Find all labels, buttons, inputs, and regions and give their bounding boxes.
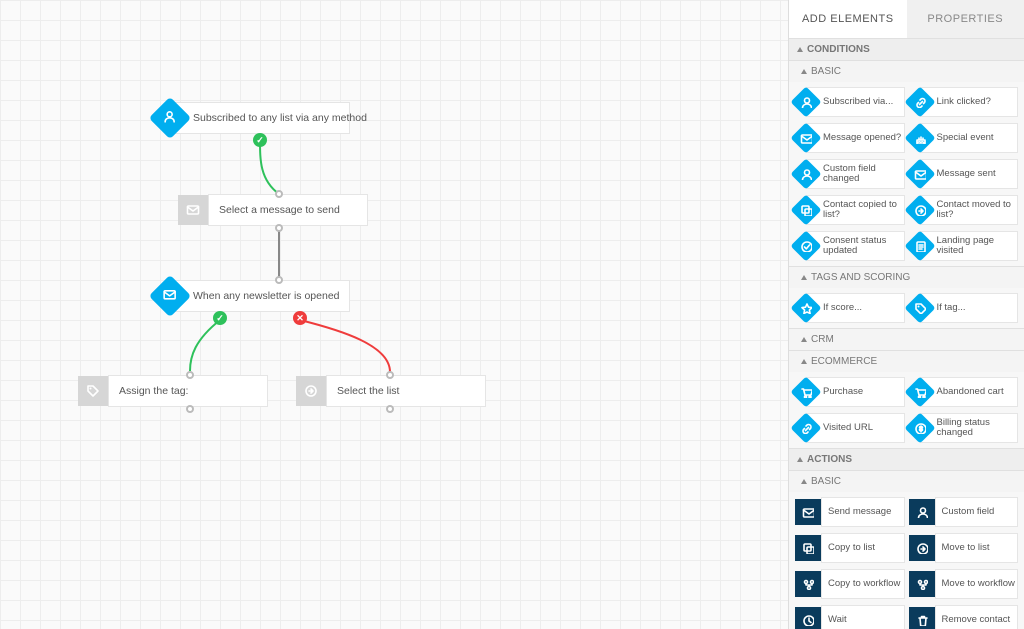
element-mail[interactable]: Message opened? [795,122,905,154]
node-select-message[interactable]: Select a message to send [178,194,368,226]
tab-add-elements[interactable]: ADD ELEMENTS [789,0,907,38]
caret-up-icon [801,69,807,74]
node-label: Select a message to send [208,194,368,226]
element-label: Move to list [935,533,1019,563]
clock-icon [795,607,821,629]
section-actions[interactable]: ACTIONS [789,448,1024,470]
cross-badge: ✕ [293,311,307,325]
sidebar-scroll[interactable]: CONDITIONS BASIC Subscribed via...Link c… [789,38,1024,629]
sidebar-tabs: ADD ELEMENTS PROPERTIES [789,0,1024,38]
element-mail[interactable]: Message sent [909,158,1019,190]
mail-icon [178,195,208,225]
element-move[interactable]: Contact moved to list? [909,194,1019,226]
element-clock[interactable]: Wait [795,604,905,629]
connector-port[interactable] [386,405,394,413]
connector-port[interactable] [275,224,283,232]
element-user[interactable]: Subscribed via... [795,86,905,118]
element-user[interactable]: Custom field changed [795,158,905,190]
element-cart[interactable]: Abandoned cart [909,376,1019,408]
element-user[interactable]: Custom field [909,496,1019,528]
element-cake[interactable]: Special event [909,122,1019,154]
element-flow[interactable]: Move to workflow [909,568,1019,600]
node-label: Subscribed to any list via any method [170,102,350,134]
element-link[interactable]: Visited URL [795,412,905,444]
subsection-basic[interactable]: BASIC [789,470,1024,492]
check-badge: ✓ [253,133,267,147]
element-label: Copy to workflow [821,569,905,599]
flow-icon [795,571,821,597]
copy-icon [795,535,821,561]
element-copy[interactable]: Contact copied to list? [795,194,905,226]
element-move[interactable]: Move to list [909,532,1019,564]
connector-port[interactable] [186,371,194,379]
element-page[interactable]: Landing page visited [909,230,1019,262]
trash-icon [909,607,935,629]
tab-properties[interactable]: PROPERTIES [907,0,1024,38]
node-label: Assign the tag: [108,375,268,407]
element-label: Send message [821,497,905,527]
subsection-ecommerce[interactable]: ECOMMERCE [789,350,1024,372]
sidebar: ADD ELEMENTS PROPERTIES CONDITIONS BASIC… [788,0,1024,629]
section-conditions[interactable]: CONDITIONS [789,38,1024,60]
element-check[interactable]: Consent status updated [795,230,905,262]
flow-icon [909,571,935,597]
element-link[interactable]: Link clicked? [909,86,1019,118]
element-label: Wait [821,605,905,629]
element-trash[interactable]: Remove contact [909,604,1019,629]
subsection-tags-scoring[interactable]: TAGS AND SCORING [789,266,1024,288]
element-star[interactable]: If score... [795,292,905,324]
check-badge: ✓ [213,311,227,325]
element-dollar[interactable]: Billing status changed [909,412,1019,444]
subsection-basic[interactable]: BASIC [789,60,1024,82]
element-mail[interactable]: Send message [795,496,905,528]
workflow-canvas[interactable]: Subscribed to any list via any method ✓ … [0,0,788,629]
connector-port[interactable] [275,190,283,198]
element-label: Copy to list [821,533,905,563]
caret-up-icon [801,479,807,484]
move-icon [909,535,935,561]
element-label: Remove contact [935,605,1019,629]
element-label: Move to workflow [935,569,1019,599]
connector-port[interactable] [386,371,394,379]
user-icon [909,499,935,525]
element-flow[interactable]: Copy to workflow [795,568,905,600]
connector-port[interactable] [186,405,194,413]
node-newsletter-opened[interactable]: When any newsletter is opened [155,280,355,312]
element-copy[interactable]: Copy to list [795,532,905,564]
connector-port[interactable] [275,276,283,284]
mail-icon [795,499,821,525]
element-cart[interactable]: Purchase [795,376,905,408]
subsection-crm[interactable]: CRM [789,328,1024,350]
tag-icon [78,376,108,406]
caret-up-icon [801,337,807,342]
node-select-list[interactable]: Select the list [296,375,486,407]
node-assign-tag[interactable]: Assign the tag: [78,375,268,407]
node-label: When any newsletter is opened [170,280,350,312]
node-subscribed[interactable]: Subscribed to any list via any method [155,102,355,134]
caret-up-icon [797,47,803,52]
caret-up-icon [801,359,807,364]
move-icon [296,376,326,406]
caret-up-icon [801,275,807,280]
caret-up-icon [797,457,803,462]
node-label: Select the list [326,375,486,407]
element-label: Custom field [935,497,1019,527]
element-tag[interactable]: If tag... [909,292,1019,324]
